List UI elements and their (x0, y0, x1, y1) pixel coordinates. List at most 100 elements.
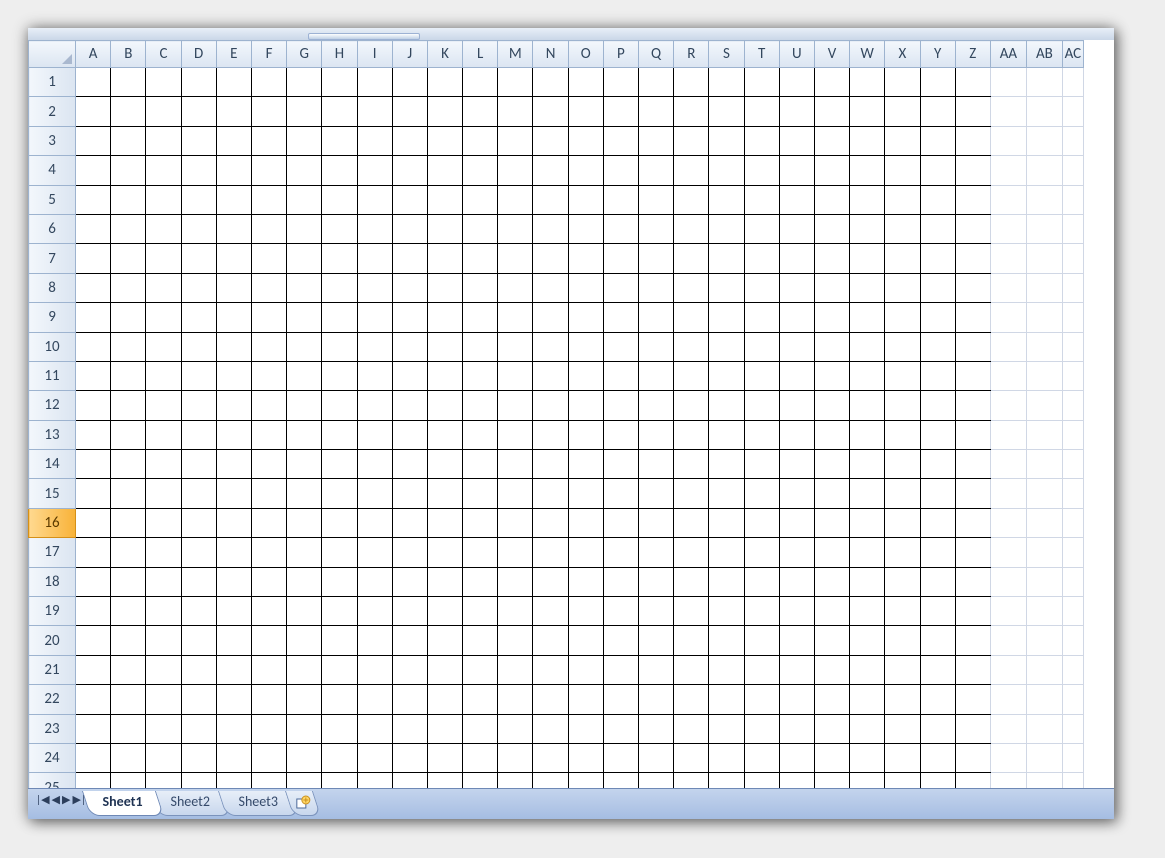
cell-B6[interactable] (111, 214, 146, 243)
cell-T7[interactable] (744, 244, 779, 273)
column-header-O[interactable]: O (568, 41, 603, 68)
cell-B22[interactable] (111, 685, 146, 714)
cell-S10[interactable] (709, 332, 744, 361)
cell-AC24[interactable] (1062, 743, 1083, 772)
cell-D8[interactable] (181, 273, 216, 302)
cell-S16[interactable] (709, 508, 744, 537)
cell-E15[interactable] (216, 479, 251, 508)
cell-X8[interactable] (885, 273, 920, 302)
cell-V24[interactable] (814, 743, 849, 772)
cell-Y22[interactable] (920, 685, 955, 714)
cell-M24[interactable] (498, 743, 533, 772)
cell-W19[interactable] (850, 597, 885, 626)
cell-A6[interactable] (76, 214, 111, 243)
cell-D11[interactable] (181, 361, 216, 390)
cell-P5[interactable] (603, 185, 638, 214)
cell-A14[interactable] (76, 450, 111, 479)
cell-AB7[interactable] (1026, 244, 1062, 273)
cell-G17[interactable] (287, 538, 322, 567)
cell-V5[interactable] (814, 185, 849, 214)
cell-K17[interactable] (427, 538, 462, 567)
cell-Q7[interactable] (639, 244, 674, 273)
cell-G4[interactable] (287, 156, 322, 185)
cell-I1[interactable] (357, 68, 392, 97)
cell-J1[interactable] (392, 68, 427, 97)
cell-T19[interactable] (744, 597, 779, 626)
cell-H13[interactable] (322, 420, 357, 449)
cell-AB20[interactable] (1026, 626, 1062, 655)
cell-G1[interactable] (287, 68, 322, 97)
cell-Q10[interactable] (639, 332, 674, 361)
cell-U10[interactable] (779, 332, 814, 361)
cell-R3[interactable] (674, 126, 709, 155)
cell-B24[interactable] (111, 743, 146, 772)
cell-A12[interactable] (76, 391, 111, 420)
cell-X4[interactable] (885, 156, 920, 185)
column-header-W[interactable]: W (850, 41, 885, 68)
cell-Y5[interactable] (920, 185, 955, 214)
cell-K4[interactable] (427, 156, 462, 185)
cell-K7[interactable] (427, 244, 462, 273)
cell-I12[interactable] (357, 391, 392, 420)
cell-X15[interactable] (885, 479, 920, 508)
cell-AA19[interactable] (990, 597, 1026, 626)
cell-G21[interactable] (287, 655, 322, 684)
cell-F12[interactable] (251, 391, 286, 420)
cell-P24[interactable] (603, 743, 638, 772)
cell-Y21[interactable] (920, 655, 955, 684)
cell-AB5[interactable] (1026, 185, 1062, 214)
cell-C22[interactable] (146, 685, 181, 714)
cell-J10[interactable] (392, 332, 427, 361)
row-header-6[interactable]: 6 (29, 214, 76, 243)
cell-P14[interactable] (603, 450, 638, 479)
cell-A9[interactable] (76, 303, 111, 332)
cell-B11[interactable] (111, 361, 146, 390)
row-header-24[interactable]: 24 (29, 743, 76, 772)
cell-F11[interactable] (251, 361, 286, 390)
cell-X21[interactable] (885, 655, 920, 684)
cell-B19[interactable] (111, 597, 146, 626)
cell-V15[interactable] (814, 479, 849, 508)
cell-G25[interactable] (287, 773, 322, 789)
cell-Z18[interactable] (955, 567, 990, 596)
cell-A8[interactable] (76, 273, 111, 302)
cell-Y23[interactable] (920, 714, 955, 743)
cell-S18[interactable] (709, 567, 744, 596)
cell-U4[interactable] (779, 156, 814, 185)
cell-F20[interactable] (251, 626, 286, 655)
cell-S9[interactable] (709, 303, 744, 332)
cell-X11[interactable] (885, 361, 920, 390)
cell-A11[interactable] (76, 361, 111, 390)
cell-M6[interactable] (498, 214, 533, 243)
column-header-Z[interactable]: Z (955, 41, 990, 68)
cell-A7[interactable] (76, 244, 111, 273)
cell-V3[interactable] (814, 126, 849, 155)
cell-H14[interactable] (322, 450, 357, 479)
cell-U3[interactable] (779, 126, 814, 155)
cell-AA17[interactable] (990, 538, 1026, 567)
cell-S13[interactable] (709, 420, 744, 449)
cell-AA9[interactable] (990, 303, 1026, 332)
cell-Y17[interactable] (920, 538, 955, 567)
cell-AB17[interactable] (1026, 538, 1062, 567)
cell-D23[interactable] (181, 714, 216, 743)
cell-P1[interactable] (603, 68, 638, 97)
cell-W13[interactable] (850, 420, 885, 449)
cell-G15[interactable] (287, 479, 322, 508)
cell-R4[interactable] (674, 156, 709, 185)
cell-U14[interactable] (779, 450, 814, 479)
cell-W14[interactable] (850, 450, 885, 479)
cell-H11[interactable] (322, 361, 357, 390)
cell-Y20[interactable] (920, 626, 955, 655)
column-header-K[interactable]: K (427, 41, 462, 68)
cell-AB2[interactable] (1026, 97, 1062, 126)
cell-T23[interactable] (744, 714, 779, 743)
cell-M8[interactable] (498, 273, 533, 302)
cell-B3[interactable] (111, 126, 146, 155)
cell-D17[interactable] (181, 538, 216, 567)
cell-G24[interactable] (287, 743, 322, 772)
cell-K3[interactable] (427, 126, 462, 155)
cell-M7[interactable] (498, 244, 533, 273)
cell-W4[interactable] (850, 156, 885, 185)
cell-S7[interactable] (709, 244, 744, 273)
